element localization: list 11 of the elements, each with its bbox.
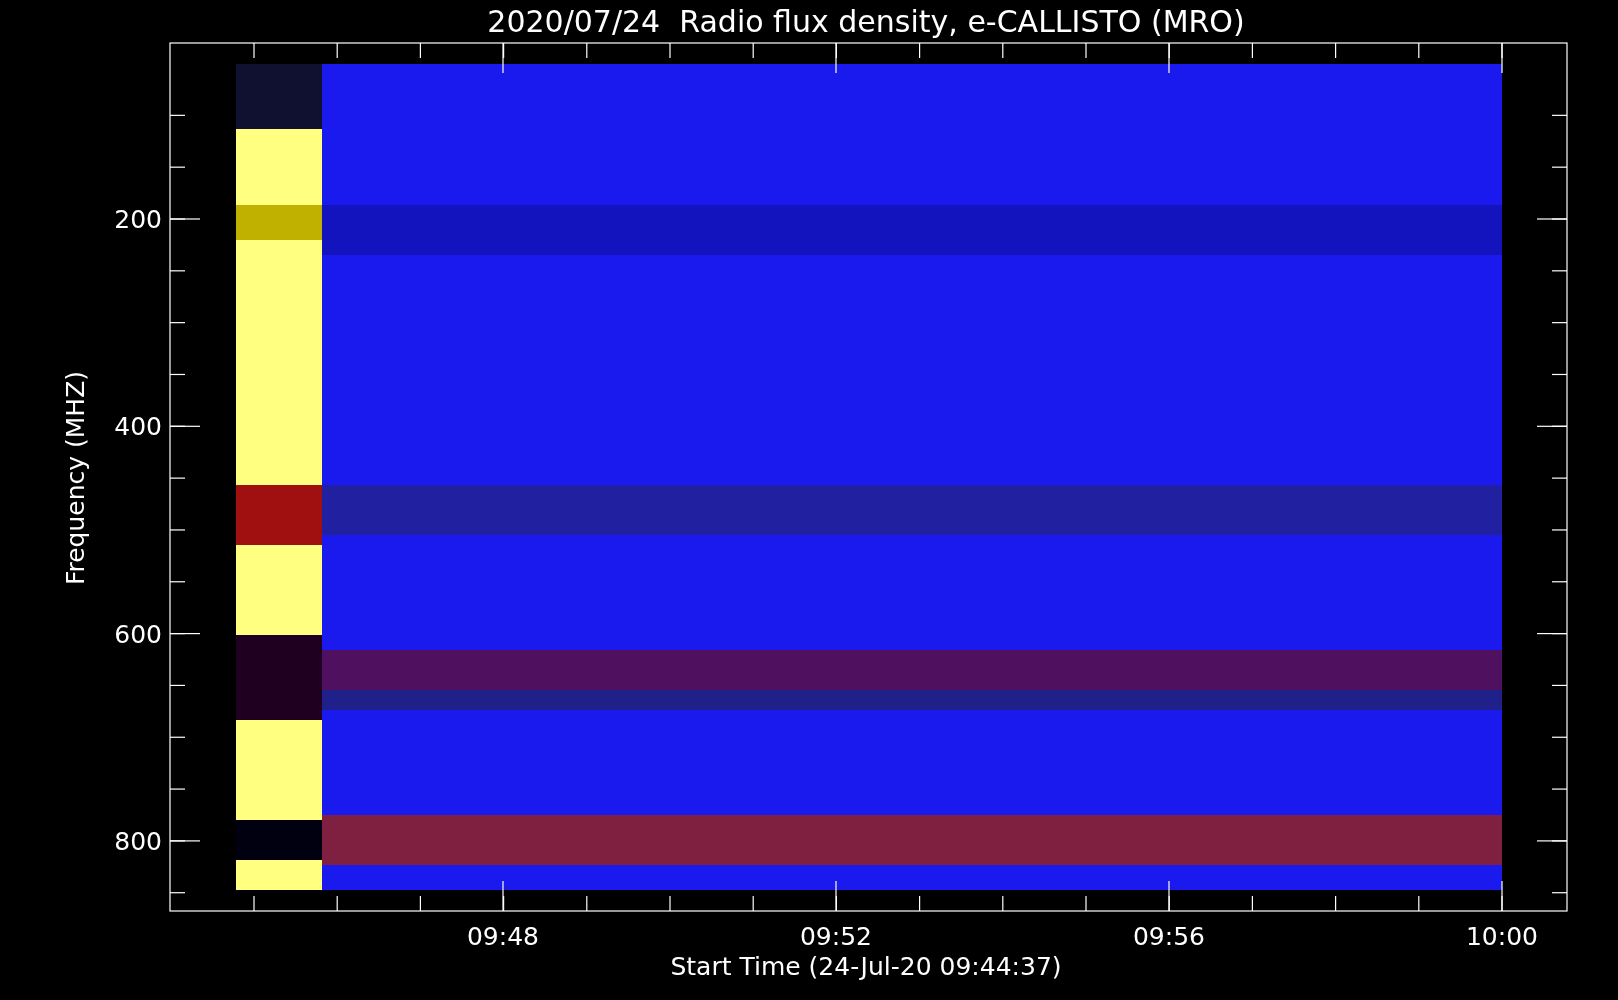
tick-label: 09:48 <box>467 922 539 951</box>
axis-label: Start Time (24-Jul-20 09:44:37) <box>670 952 1062 981</box>
tick-label: 09:52 <box>800 922 872 951</box>
tick-label: 800 <box>114 826 162 856</box>
chart-title: 2020/07/24 Radio flux density, e-CALLISTO (MRO) <box>487 4 1245 39</box>
tick-label: 09:56 <box>1133 922 1205 951</box>
tick-label: 200 <box>114 205 162 234</box>
tick-label: 400 <box>114 412 162 442</box>
axis-label: Frequency (MHZ) <box>61 370 90 586</box>
tick-label: 10:00 <box>1466 922 1538 951</box>
tick-label: 600 <box>114 619 162 649</box>
